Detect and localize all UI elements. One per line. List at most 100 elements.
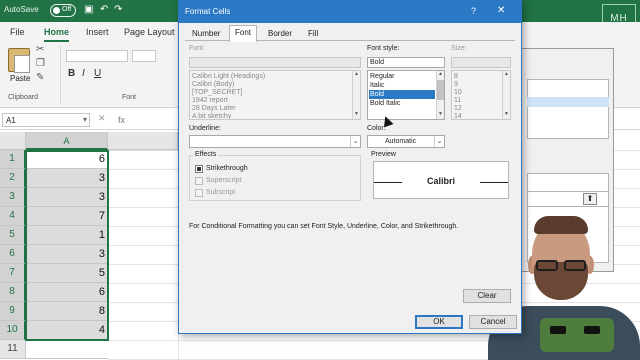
color-select[interactable]: Automatic ⌄ [367, 135, 445, 148]
row-header[interactable]: 7 [0, 264, 26, 283]
font-group-label: Font [122, 94, 137, 101]
font-size-field[interactable] [132, 50, 156, 62]
size-list-scrollbar: ▲ ▼ [502, 71, 510, 119]
style-list-scrollbar[interactable]: ▲ ▼ [436, 71, 444, 119]
toggle-knob [53, 7, 60, 14]
column-header-a[interactable]: A [26, 132, 108, 150]
superscript-checkbox [195, 177, 203, 185]
font-list-item: A bit sketchy [192, 113, 232, 120]
undo-icon[interactable]: ↶ [100, 4, 108, 15]
dialog-title: Format Cells [185, 7, 231, 16]
preview-label: Preview [371, 151, 396, 158]
paste-label[interactable]: Paste [10, 74, 30, 83]
cell-a11[interactable] [26, 340, 108, 359]
tab-insert[interactable]: Insert [86, 27, 109, 37]
row-header[interactable]: 5 [0, 226, 26, 245]
shirt-print [540, 318, 614, 352]
row-header[interactable]: 4 [0, 207, 26, 226]
font-name-field[interactable] [66, 50, 128, 62]
effects-label: Effects [193, 151, 219, 158]
row-header[interactable]: 9 [0, 302, 26, 321]
dialog-tabs: Number Font Border Fill [185, 25, 515, 42]
glasses-lens [564, 260, 586, 271]
underline-select[interactable]: ⌄ [189, 135, 361, 148]
format-painter-icon[interactable]: ✎ [36, 72, 44, 83]
cancel-entry-icon[interactable]: ✕ [98, 113, 106, 124]
font-style-label: Font style: [367, 45, 400, 52]
clipboard-group-label: Clipboard [8, 94, 38, 101]
strikethrough-checkbox[interactable] [195, 165, 203, 173]
preview-box: Calibri [373, 161, 509, 199]
italic-icon[interactable]: I [82, 68, 85, 79]
tab-font[interactable]: Font [229, 25, 258, 42]
tab-fill[interactable]: Fill [303, 27, 323, 41]
name-box[interactable]: A1 [2, 113, 90, 127]
conditional-format-info: For Conditional Formatting you can set F… [189, 223, 459, 230]
font-label: Font: [189, 45, 205, 52]
underline-icon[interactable]: U [94, 68, 101, 79]
scroll-up-icon[interactable]: ▲ [437, 71, 444, 79]
font-style-item[interactable]: Regular [369, 72, 435, 81]
font-style-list[interactable]: Regular Italic Bold Bold Italic ▲ ▼ [367, 70, 445, 120]
person-hair [534, 216, 588, 234]
tab-home[interactable]: Home [44, 27, 70, 42]
strikethrough-label[interactable]: Strikethrough [206, 165, 248, 172]
tab-number[interactable]: Number [187, 27, 225, 41]
font-input [189, 57, 361, 68]
row-header[interactable]: 1 [0, 150, 26, 169]
cancel-button[interactable]: Cancel [469, 315, 517, 329]
format-cells-dialog: Format Cells ? ✕ Number Font Border Fill… [178, 0, 522, 334]
subscript-checkbox [195, 189, 203, 197]
ok-button[interactable]: OK [415, 315, 463, 329]
chevron-down-icon[interactable]: ⌄ [350, 136, 360, 147]
rule-list-panel[interactable] [527, 79, 609, 139]
autosave-state: Off [62, 6, 72, 13]
help-icon[interactable]: ? [471, 6, 476, 16]
row-header[interactable]: 2 [0, 169, 26, 188]
ribbon-separator [60, 46, 61, 104]
font-style-item[interactable]: Italic [369, 81, 435, 90]
scroll-thumb[interactable] [437, 80, 444, 100]
row-header[interactable]: 6 [0, 245, 26, 264]
superscript-label: Superscript [206, 177, 242, 184]
tab-border[interactable]: Border [263, 27, 297, 41]
bold-icon[interactable]: B [68, 68, 75, 79]
color-value: Automatic [385, 138, 417, 145]
redo-icon[interactable]: ↷ [114, 4, 122, 15]
row-header[interactable]: 8 [0, 283, 26, 302]
shirt-print-eye [584, 326, 600, 334]
column-header-b[interactable] [108, 132, 178, 150]
autosave-toggle[interactable]: Off [50, 4, 76, 17]
font-style-item[interactable]: Bold Italic [369, 99, 435, 108]
person-glasses [536, 260, 588, 272]
scroll-down-icon: ▼ [504, 111, 509, 117]
scroll-down-icon: ▼ [354, 111, 359, 117]
paste-icon[interactable] [8, 48, 30, 73]
size-label: Size: [451, 45, 467, 52]
size-list-item: 14 [454, 113, 462, 120]
chevron-down-icon[interactable]: ⌄ [434, 136, 444, 147]
size-input [451, 57, 511, 68]
close-icon[interactable]: ✕ [497, 5, 505, 16]
tab-page-layout[interactable]: Page Layout [124, 27, 175, 37]
shirt-print-eye [550, 326, 566, 334]
font-style-input[interactable]: Bold [367, 57, 445, 68]
size-list: 8 9 10 11 12 14 ▲ ▼ [451, 70, 511, 120]
dialog-title-bar: Format Cells ? ✕ [179, 1, 521, 23]
tab-file[interactable]: File [10, 27, 25, 37]
fx-icon[interactable]: fx [118, 115, 125, 125]
font-style-item-selected[interactable]: Bold [369, 90, 435, 99]
row-header[interactable]: 3 [0, 188, 26, 207]
row-header[interactable]: 11 [0, 340, 26, 359]
save-icon[interactable]: ▣ [84, 4, 93, 15]
copy-icon[interactable]: ❐ [36, 58, 45, 69]
font-list: Calibri Light (Headings) Calibri (Body) … [189, 70, 361, 120]
select-all-corner[interactable] [0, 132, 26, 150]
row-header[interactable]: 10 [0, 321, 26, 340]
scroll-down-icon[interactable]: ▼ [437, 111, 444, 119]
autosave-label: AutoSave [4, 5, 39, 14]
clear-button[interactable]: Clear [463, 289, 511, 303]
rule-selected-row[interactable] [527, 97, 609, 107]
glasses-lens [536, 260, 558, 271]
cut-icon[interactable]: ✂ [36, 44, 44, 55]
